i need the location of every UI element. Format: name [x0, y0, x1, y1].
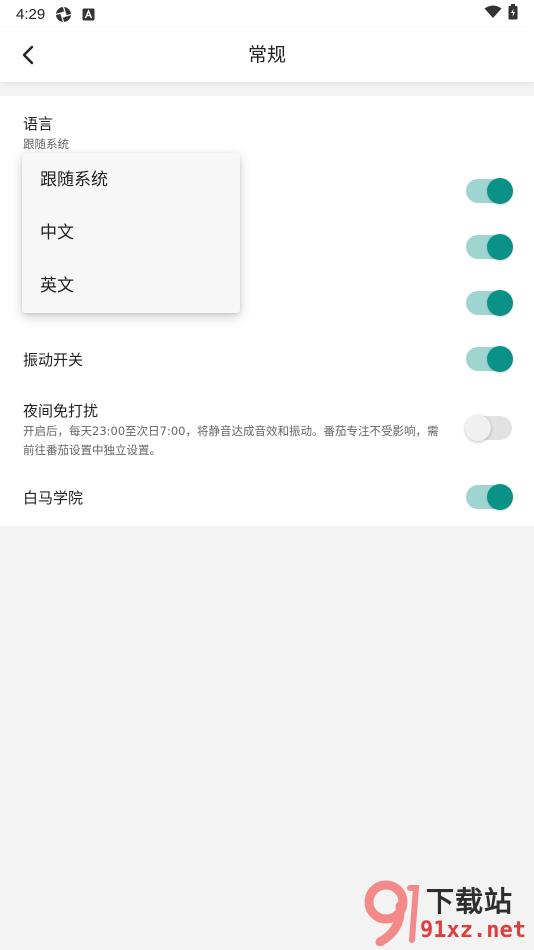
watermark-logo-icon: [364, 880, 420, 946]
night-dnd-label: 夜间免打扰: [23, 402, 99, 420]
night-dnd-setting-row: 夜间免打扰 开启后，每天23:00至次日7:00，将静音达成音效和振动。番茄专注…: [0, 396, 534, 466]
language-option-chinese[interactable]: 中文: [22, 207, 240, 260]
a-box-icon: [82, 8, 95, 21]
vibration-switch[interactable]: [466, 346, 513, 372]
vibration-label: 振动开关: [23, 351, 84, 369]
setting-switch-3[interactable]: [466, 290, 513, 316]
watermark-line2: 91xz.net: [420, 918, 526, 943]
language-option-system[interactable]: 跟随系统: [22, 154, 240, 207]
status-bar: 4:29: [0, 0, 534, 28]
academy-switch[interactable]: [466, 484, 513, 510]
setting-switch-1[interactable]: [466, 178, 513, 204]
language-dropdown-menu: 跟随系统 中文 英文: [22, 153, 240, 313]
language-setting-row[interactable]: 语言 跟随系统: [0, 96, 534, 160]
academy-label: 白马学院: [23, 489, 84, 507]
watermark: 下载站 91xz.net: [360, 878, 530, 948]
watermark-line1: 下载站: [426, 885, 514, 918]
night-dnd-description: 开启后，每天23:00至次日7:00，将静音达成音效和振动。番茄专注不受影响，需…: [23, 424, 439, 457]
battery-icon: [508, 4, 518, 24]
language-value: 跟随系统: [23, 137, 69, 151]
status-time: 4:29: [16, 5, 46, 23]
settings-aperture-icon: [55, 6, 72, 23]
app-bar: 常规: [0, 28, 534, 82]
vibration-setting-row: 振动开关: [0, 334, 534, 384]
language-option-english[interactable]: 英文: [22, 260, 240, 313]
wifi-icon: [484, 5, 502, 23]
setting-switch-2[interactable]: [466, 234, 513, 260]
page-title: 常规: [247, 44, 286, 66]
language-label: 语言: [23, 115, 54, 133]
night-dnd-switch[interactable]: [465, 415, 512, 441]
academy-setting-row: 白马学院: [0, 474, 534, 522]
